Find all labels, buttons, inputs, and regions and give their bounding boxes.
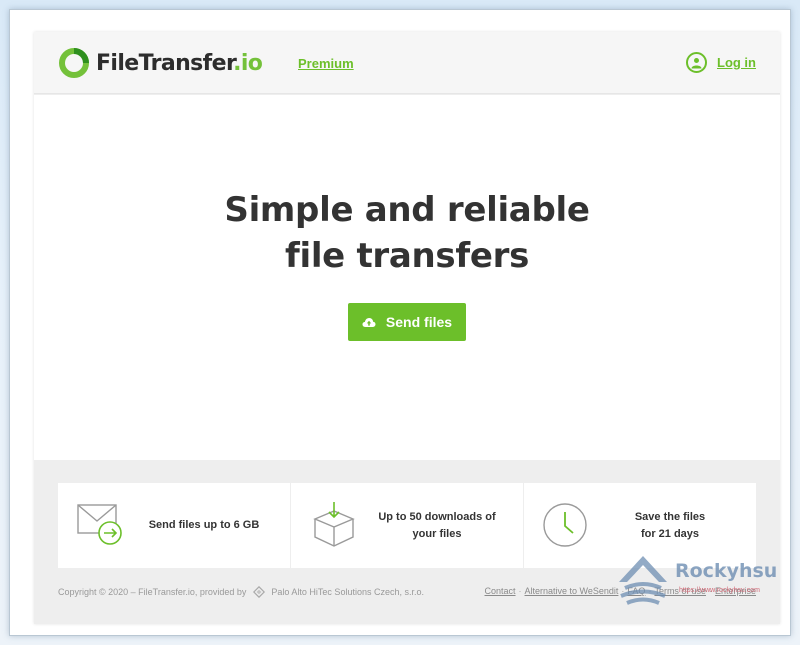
logo-text: FileTransfer.io (96, 50, 263, 76)
feature-retention-line1: Save the files (634, 510, 706, 523)
site-page: FileTransfer.io Premium Log in Simple an… (34, 32, 780, 624)
feature-downloads-line1: Up to 50 downloads of (378, 510, 496, 523)
footer-link-contact[interactable]: Contact (485, 586, 516, 596)
logo[interactable]: FileTransfer.io (58, 47, 263, 79)
logo-ring-icon (59, 48, 89, 78)
copyright: Copyright © 2020 – FileTransfer.io, prov… (58, 586, 424, 598)
watermark-logo-icon (619, 556, 667, 605)
copyright-text: Copyright © 2020 – FileTransfer.io, prov… (58, 587, 247, 597)
provider-logo-icon (253, 586, 266, 598)
send-files-button[interactable]: Send files (348, 303, 466, 341)
premium-link[interactable]: Premium (298, 56, 354, 71)
watermark-name: Rockyhsu (675, 560, 778, 582)
provider-name[interactable]: Palo Alto HiTec Solutions Czech, s.r.o. (271, 587, 424, 597)
feature-size-line1: Send files up to 6 GB (148, 519, 260, 531)
clock-icon (543, 503, 587, 547)
user-icon (686, 52, 707, 73)
feature-size-text: Send files up to 6 GB (128, 483, 280, 568)
login-label: Log in (717, 55, 756, 70)
watermark: Rockyhsu https://www.rockyhsu.com (615, 552, 785, 606)
logo-name: FileTransfer (96, 50, 234, 76)
feature-downloads-text: Up to 50 downloads of your files (361, 483, 513, 568)
feature-downloads-line2: your files (412, 527, 462, 540)
cloud-upload-icon (362, 317, 376, 327)
footer-link-alternative[interactable]: Alternative to WeSendit (525, 586, 619, 596)
login-link[interactable]: Log in (686, 52, 756, 73)
hero-title: Simple and reliable file transfers (34, 187, 780, 279)
site-header: FileTransfer.io Premium Log in (34, 32, 780, 94)
hero-section: Simple and reliable file transfers Send … (34, 95, 780, 460)
feature-downloads: Up to 50 downloads of your files (290, 483, 523, 568)
hero-title-line2: file transfers (284, 236, 530, 276)
box-download-icon (313, 502, 355, 547)
watermark-url: https://www.rockyhsu.com (679, 587, 760, 594)
hero-title-line1: Simple and reliable (224, 190, 590, 230)
feature-size: Send files up to 6 GB (58, 483, 290, 568)
logo-tld: .io (233, 50, 263, 76)
footer-separator: · (518, 586, 522, 596)
envelope-arrow-icon (77, 504, 122, 545)
feature-retention-line2: for 21 days (640, 527, 700, 540)
browser-window: FileTransfer.io Premium Log in Simple an… (9, 9, 791, 636)
send-files-label: Send files (385, 314, 453, 330)
